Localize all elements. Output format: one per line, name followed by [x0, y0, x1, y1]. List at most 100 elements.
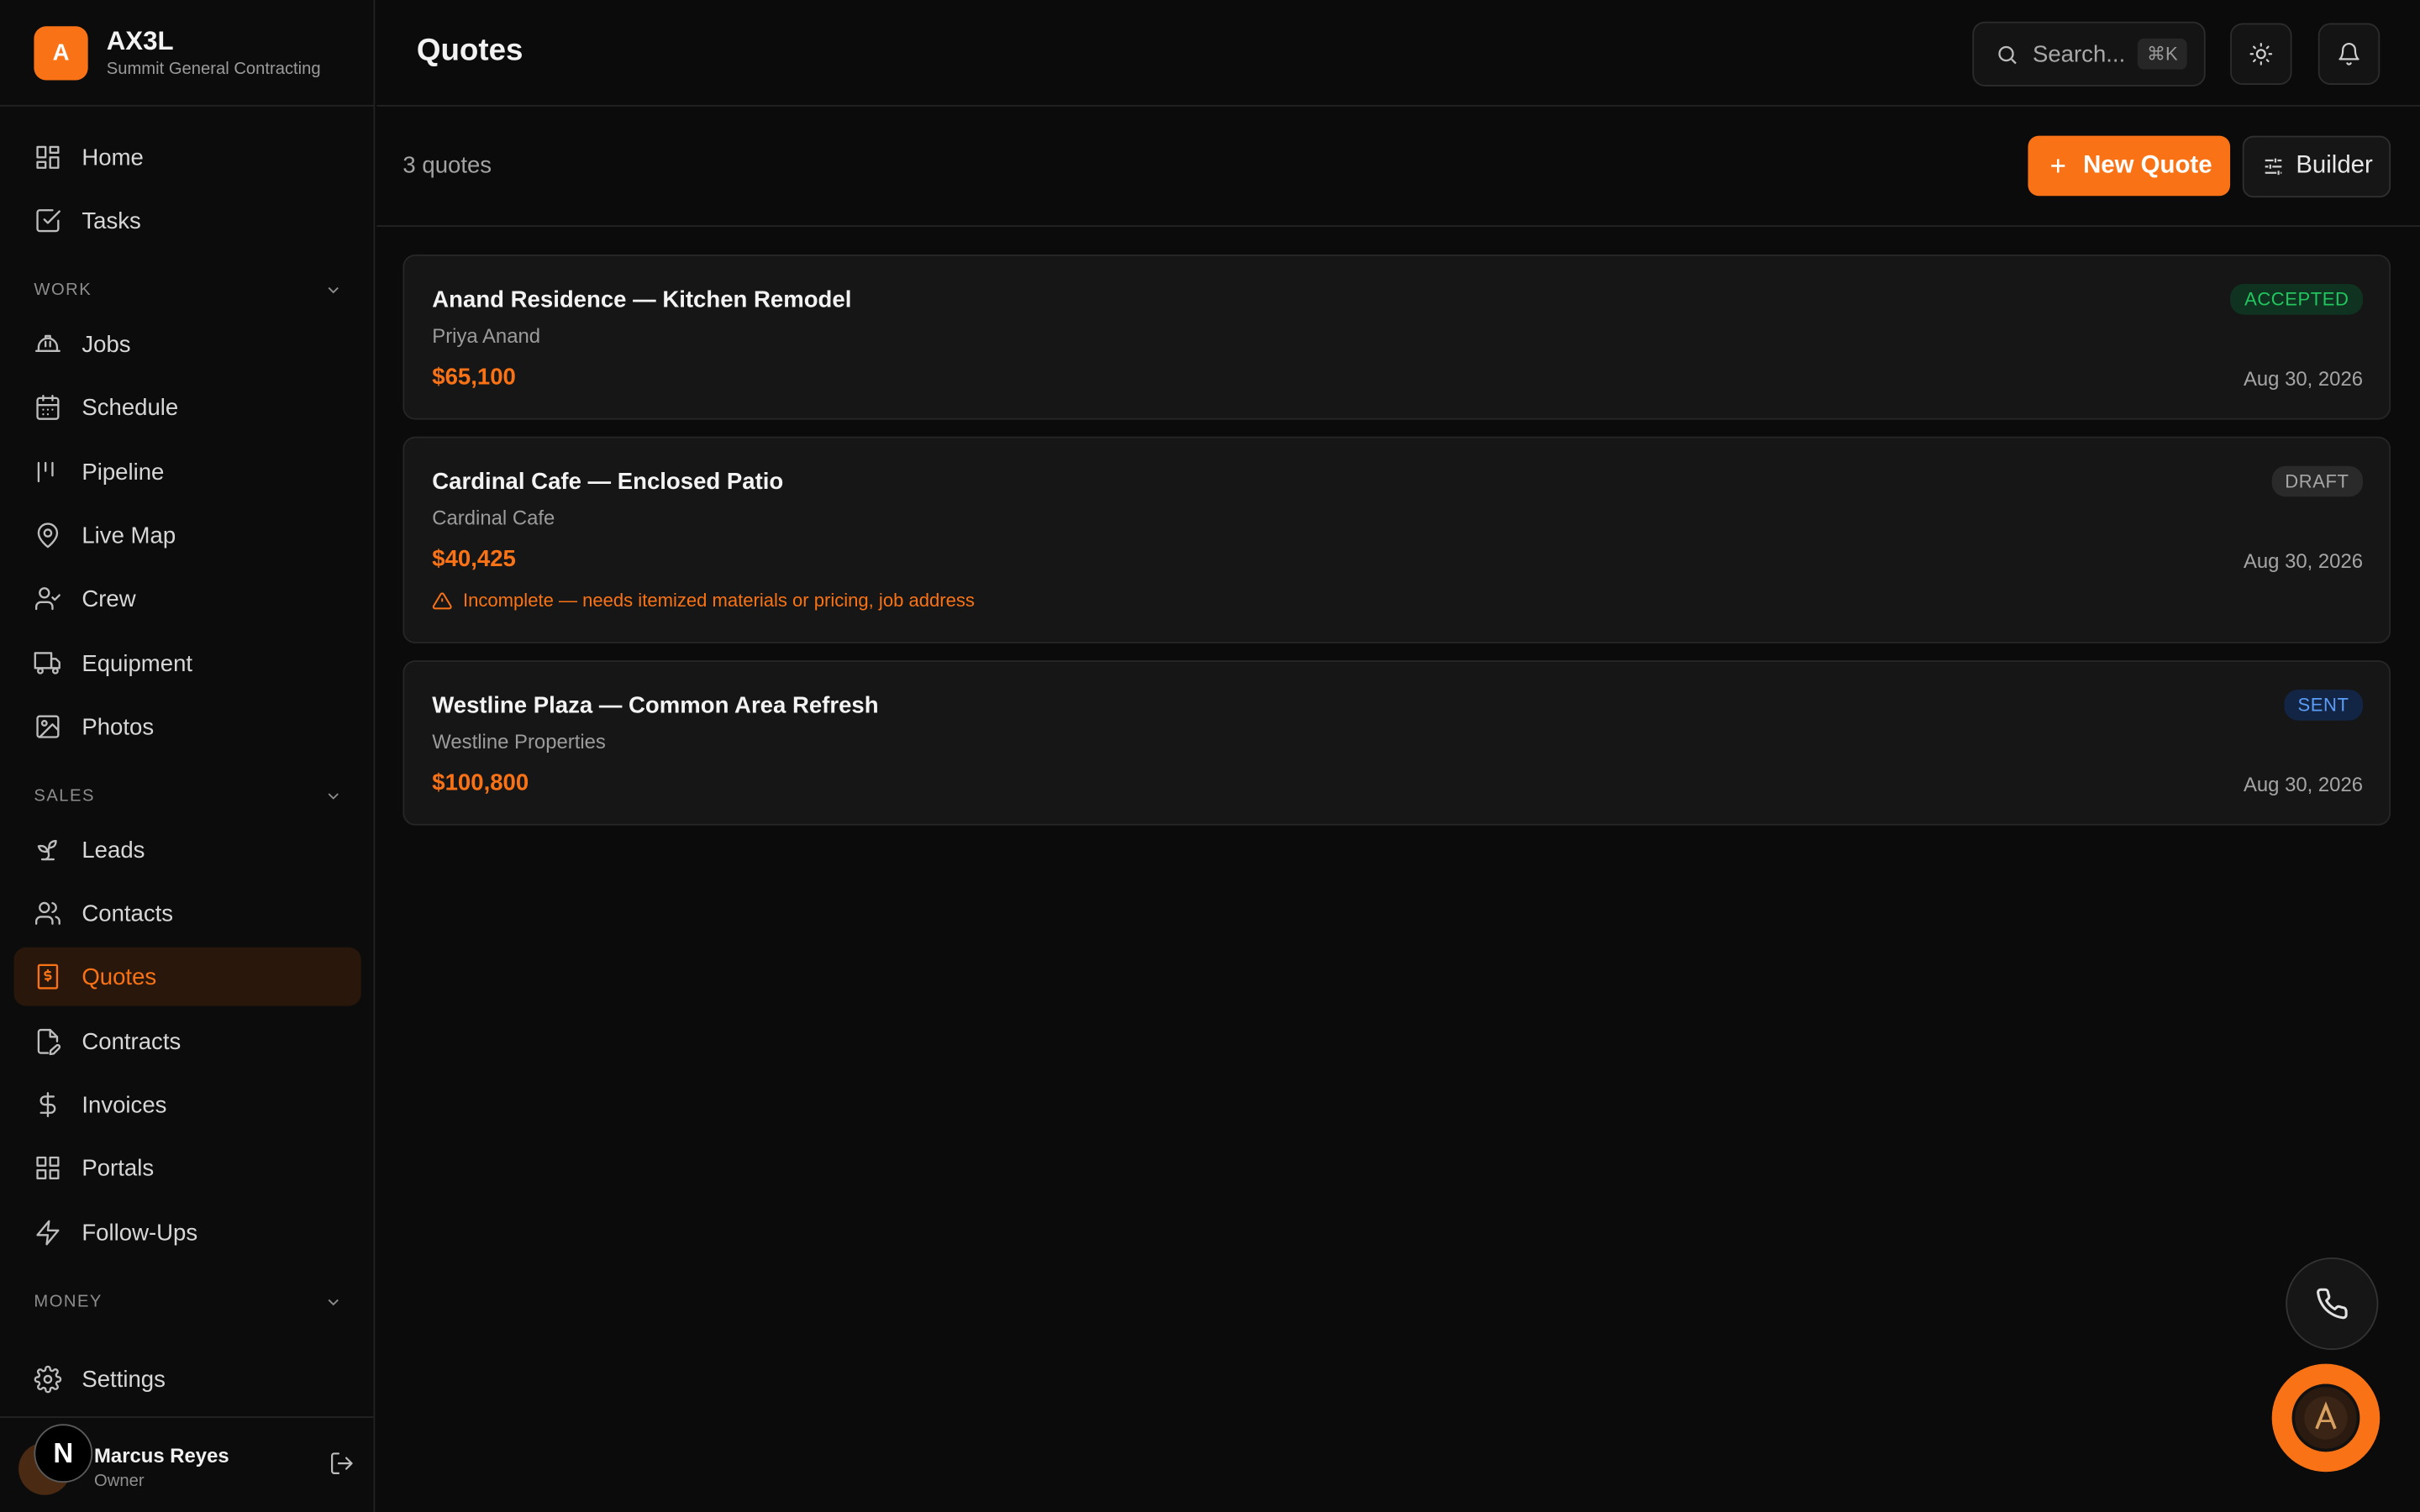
status-badge: ACCEPTED	[2230, 283, 2364, 315]
grid-icon	[36, 1156, 60, 1179]
sidebar-item-equipment[interactable]: Equipment	[14, 634, 361, 693]
builder-button[interactable]: Builder	[2242, 135, 2391, 198]
plus-icon	[2050, 159, 2065, 173]
sidebar-item-label: Invoices	[82, 1091, 167, 1118]
brand[interactable]: A AX3L Summit General Contracting	[0, 0, 374, 107]
calendar-icon	[36, 394, 60, 420]
brand-logo: A	[34, 25, 88, 80]
user-role: Owner	[94, 1472, 145, 1491]
sidebar-item-label: Schedule	[82, 394, 179, 421]
file-pen-icon	[37, 1028, 61, 1056]
notifications-button[interactable]	[2317, 23, 2381, 86]
warning-text: Incomplete — needs itemized materials or…	[463, 589, 975, 612]
hardhat-icon	[34, 334, 60, 353]
company-name: Summit General Contracting	[106, 59, 321, 78]
sidebar-item-leads[interactable]: Leads	[14, 821, 361, 879]
section-money[interactable]: MONEY	[34, 1293, 342, 1311]
sidebar-item-schedule[interactable]: Schedule	[14, 378, 361, 437]
section-title: WORK	[34, 281, 92, 300]
quotes-toolbar: 3 quotes New Quote Builder	[376, 108, 2420, 228]
sidebar-item-follow-ups[interactable]: Follow-Ups	[14, 1204, 361, 1263]
sidebar-item-tasks[interactable]: Tasks	[14, 192, 361, 250]
receipt-icon	[37, 963, 59, 990]
sidebar-item-jobs[interactable]: Jobs	[14, 315, 361, 374]
assistant-avatar	[2291, 1383, 2360, 1452]
chevron-down-icon	[328, 1299, 339, 1306]
search-input[interactable]: Search... ⌘K	[1972, 21, 2206, 87]
sidebar-item-contracts[interactable]: Contracts	[14, 1012, 361, 1071]
sidebar-item-invoices[interactable]: Invoices	[14, 1075, 361, 1134]
sprout-icon	[37, 839, 57, 861]
quote-amount: $100,800	[432, 769, 529, 796]
sidebar-item-label: Crew	[82, 585, 136, 612]
logout-button[interactable]	[329, 1451, 355, 1484]
quote-date: Aug 30, 2026	[2243, 549, 2364, 573]
sliders-icon	[2264, 158, 2281, 176]
quote-card[interactable]: Westline Plaza — Common Area Refresh Wes…	[402, 660, 2391, 826]
sidebar-item-label: Home	[82, 144, 144, 171]
call-button[interactable]	[2286, 1257, 2379, 1351]
sidebar-item-contacts[interactable]: Contacts	[14, 884, 361, 942]
search-icon	[1998, 45, 2017, 64]
sidebar-item-label: Contacts	[82, 900, 174, 927]
sidebar-item-label: Jobs	[82, 330, 131, 358]
chevron-down-icon	[328, 286, 339, 294]
section-work[interactable]: WORK	[34, 281, 342, 299]
zap-icon	[36, 1220, 60, 1246]
new-quote-button[interactable]: New Quote	[2028, 135, 2231, 197]
incomplete-warning: Incomplete — needs itemized materials or…	[432, 589, 975, 612]
top-bar: Quotes Search... ⌘K	[376, 0, 2420, 107]
sidebar-item-quotes[interactable]: Quotes	[13, 947, 361, 1006]
quote-date: Aug 30, 2026	[2243, 367, 2364, 391]
user-check-icon	[34, 587, 60, 611]
sidebar-item-crew[interactable]: Crew	[14, 570, 361, 628]
search-shortcut: ⌘K	[2137, 38, 2187, 70]
status-badge: SENT	[2283, 690, 2364, 721]
logout-icon	[331, 1452, 353, 1474]
sun-icon	[2249, 42, 2273, 66]
sidebar-item-label: Photos	[82, 713, 155, 740]
truck-icon	[34, 652, 60, 675]
quote-card[interactable]: Anand Residence — Kitchen Remodel Priya …	[402, 255, 2391, 420]
sidebar-item-live-map[interactable]: Live Map	[14, 506, 361, 564]
user-initial-badge[interactable]: N	[34, 1424, 93, 1483]
map-pin-icon	[37, 522, 59, 549]
sidebar-item-pipeline[interactable]: Pipeline	[14, 443, 361, 501]
user-profile[interactable]: N Marcus Reyes Owner	[0, 1416, 376, 1512]
section-title: MONEY	[34, 1293, 103, 1312]
quote-card[interactable]: Cardinal Cafe — Enclosed Patio Cardinal …	[402, 436, 2391, 643]
quote-title: Cardinal Cafe — Enclosed Patio	[432, 469, 784, 496]
pipeline-icon	[37, 461, 54, 483]
alert-triangle-icon	[432, 591, 452, 609]
page-title: Quotes	[416, 34, 523, 68]
sidebar-item-photos[interactable]: Photos	[14, 697, 361, 756]
sidebar: A AX3L Summit General Contracting Home T…	[0, 0, 376, 1512]
phone-icon	[2317, 1288, 2348, 1320]
sidebar-item-label: Contracts	[82, 1028, 182, 1055]
quote-amount: $65,100	[432, 364, 516, 391]
sidebar-item-label: Live Map	[82, 522, 176, 549]
ai-assistant-button[interactable]	[2271, 1363, 2381, 1473]
sidebar-item-portals[interactable]: Portals	[14, 1139, 361, 1198]
users-icon	[34, 901, 60, 925]
assistant-logo-icon	[2304, 1396, 2348, 1440]
sidebar-item-settings[interactable]: Settings	[14, 1350, 361, 1409]
quote-client: Cardinal Cafe	[432, 506, 555, 530]
sidebar-item-label: Pipeline	[82, 459, 165, 486]
quote-title: Westline Plaza — Common Area Refresh	[432, 692, 879, 719]
sidebar-item-home[interactable]: Home	[14, 128, 361, 186]
quote-client: Westline Properties	[432, 729, 606, 753]
sidebar-item-label: Tasks	[82, 207, 141, 234]
quote-amount: $40,425	[432, 546, 516, 573]
quote-title: Anand Residence — Kitchen Remodel	[432, 286, 852, 313]
status-badge: DRAFT	[2270, 465, 2364, 497]
brand-name: AX3L	[106, 25, 174, 55]
bell-icon	[2338, 43, 2360, 66]
builder-label: Builder	[2296, 152, 2373, 180]
section-sales[interactable]: SALES	[34, 787, 342, 806]
image-icon	[36, 715, 60, 738]
search-placeholder: Search...	[2032, 40, 2126, 67]
theme-toggle-button[interactable]	[2230, 23, 2292, 86]
quote-count: 3 quotes	[402, 152, 492, 180]
sidebar-item-label: Portals	[82, 1154, 155, 1182]
